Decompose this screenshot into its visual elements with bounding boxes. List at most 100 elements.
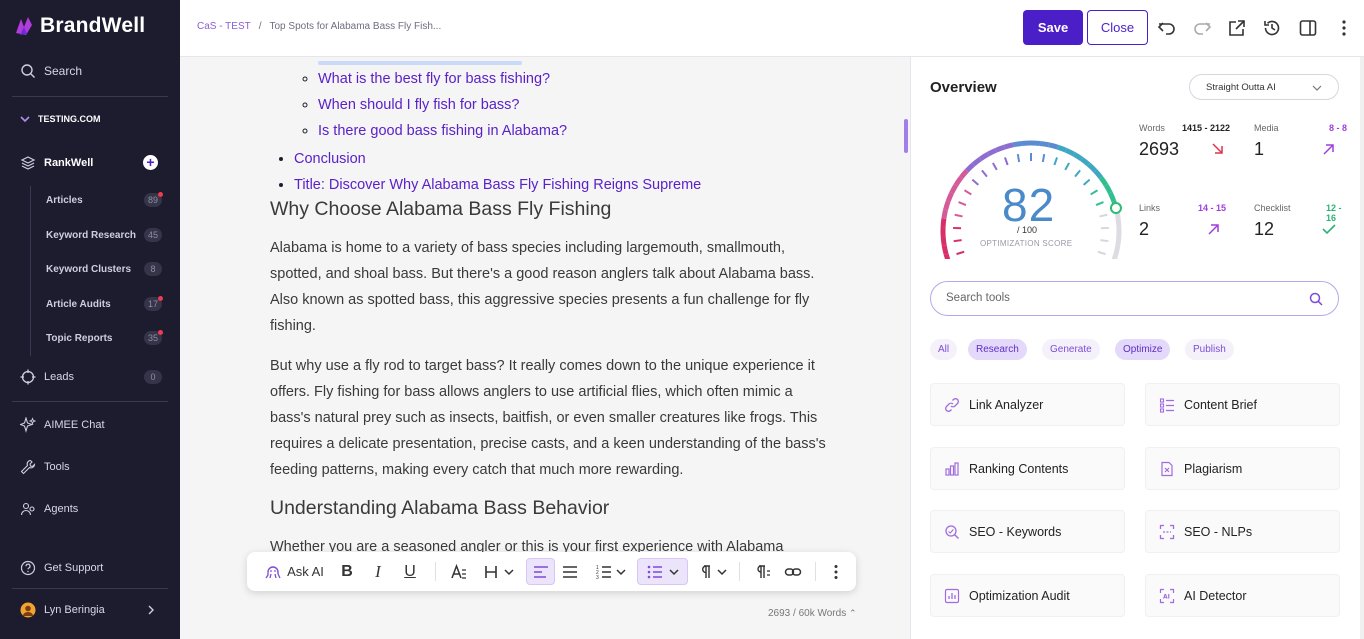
save-button[interactable]: Save [1023,10,1083,45]
search-tools-input[interactable]: Search tools [930,281,1339,316]
tool-seo-keywords[interactable]: SEO - Keywords [930,510,1125,553]
avatar [20,602,36,618]
gauge-arc-segment [1003,142,1014,150]
underline-button[interactable]: U [398,558,422,585]
external-link-icon[interactable] [1227,18,1247,38]
tool-ranking-contents[interactable]: Ranking Contents [930,447,1125,490]
toc-link[interactable]: Title: Discover Why Alabama Bass Fly Fis… [294,177,701,193]
numbered-list-icon: 123 [596,565,611,581]
redo-icon[interactable] [1192,18,1212,38]
more-vertical-icon[interactable] [1334,18,1354,38]
sidebar-item-label: RankWell [44,157,94,169]
gauge-arc-segment [1113,245,1121,255]
table-of-contents: What is the best fly for bass fishing? W… [270,69,701,199]
gauge-arc-segment [949,183,959,195]
brand-logo[interactable]: BrandWell [14,14,145,38]
mode-select[interactable]: Straight Outta AI [1189,74,1339,100]
italic-button[interactable]: I [366,558,390,585]
link-button[interactable] [781,558,805,585]
toolbar-divider [739,562,740,581]
sidebar-item-label: Get Support [44,562,104,574]
paragraph-dropdown[interactable] [693,558,729,585]
align-left-button[interactable] [526,558,555,585]
tool-content-brief[interactable]: Content Brief [1145,383,1340,426]
toc-link[interactable]: Is there good bass fishing in Alabama? [318,123,567,139]
filter-chip-generate[interactable]: Generate [1042,339,1100,360]
toolbar-divider [435,562,436,581]
metric-range: 12 - 16 [1326,203,1342,223]
gauge-arc-segment [1093,169,1103,180]
numbered-list-dropdown[interactable]: 123 [589,558,631,585]
workspace-selector[interactable]: TESTING.COM [20,114,101,124]
link-icon [784,567,802,576]
metric-value: 2 [1139,219,1150,239]
sidebar-item-leads[interactable]: Leads 0 [20,369,162,385]
sidebar-item-aimee-chat[interactable]: AIMEE Chat [20,417,105,433]
tool-link-analyzer[interactable]: Link Analyzer [930,383,1125,426]
filter-chip-research[interactable]: Research [968,339,1027,360]
tool-optimization-audit[interactable]: Optimization Audit [930,574,1125,617]
toc-link[interactable]: When should I fly fish for bass? [318,97,520,113]
metric-label: Links [1139,203,1161,213]
toc-link[interactable]: Conclusion [294,151,366,167]
align-left-icon [533,565,548,578]
count-badge: 17 [144,296,163,311]
sidebar-item-agents[interactable]: Agents [20,501,78,517]
section-heading: Understanding Alabama Bass Behavior [270,497,610,519]
editor-scrollbar[interactable] [904,119,908,153]
add-icon[interactable]: + [143,155,158,170]
filter-chip-optimize[interactable]: Optimize [1115,339,1171,360]
sidebar-search[interactable]: Search [20,63,82,79]
score-value: 82 [1002,179,1056,231]
gauge-tick [1041,153,1046,163]
list-item: Conclusion [294,147,701,173]
filter-chip-publish[interactable]: Publish [1185,339,1234,360]
close-button[interactable]: Close [1087,10,1148,45]
sidebar-item-tools[interactable]: Tools [20,459,70,475]
panel-toggle-icon[interactable] [1298,18,1318,38]
word-count[interactable]: 2693 / 60k Words ⌃ [768,608,857,619]
agents-icon [20,502,35,516]
undo-icon[interactable] [1157,18,1177,38]
sidebar-item-keyword-research[interactable]: Keyword Research 45 [46,228,162,242]
justify-icon [563,565,577,578]
bullet-list-dropdown[interactable] [637,558,688,585]
sidebar-item-article-audits[interactable]: Article Audits 17 [46,296,163,311]
ask-ai-button[interactable]: Ask AI [261,558,327,585]
bold-button[interactable]: B [335,558,359,585]
editor[interactable]: What is the best fly for bass fishing? W… [180,57,910,639]
brandwell-logo-icon [16,17,32,35]
breadcrumb-separator: / [258,21,262,32]
font-size-button[interactable] [447,558,471,585]
sidebar-item-articles[interactable]: Articles 89 [46,192,163,207]
tool-seo-nlps[interactable]: SEO - NLPs [1145,510,1340,553]
gauge-tick [981,169,988,178]
sidebar-item-keyword-clusters[interactable]: Keyword Clusters 8 [46,262,162,276]
panel-scrollbar[interactable] [1360,57,1364,639]
breadcrumb-root[interactable]: CaS - TEST [197,21,251,32]
list-icon [1159,397,1174,413]
more-options-button[interactable] [825,558,847,585]
sidebar-item-topic-reports[interactable]: Topic Reports 35 [46,330,163,345]
tool-plagiarism[interactable]: Plagiarism [1145,447,1340,490]
justify-button[interactable] [558,558,582,585]
gauge-arc-segment [1072,152,1084,162]
check-icon [1322,224,1336,235]
gauge-tick [1100,239,1109,243]
filter-chip-all[interactable]: All [930,339,958,360]
metric-range: 8 - 8 [1329,123,1348,133]
toc-link[interactable]: What is the best fly for bass fishing? [318,71,550,87]
sidebar-item-get-support[interactable]: Get Support [20,560,103,576]
tool-ai-detector[interactable]: AI AI Detector [1145,574,1340,617]
history-icon[interactable] [1262,18,1282,38]
heading-dropdown[interactable] [479,558,517,585]
tool-label: AI Detector [1184,588,1247,603]
tool-label: Ranking Contents [969,461,1069,476]
sidebar-item-label: Agents [44,503,79,515]
bullet-list-icon [647,565,662,578]
user-menu[interactable]: Lyn Beringia [20,602,156,618]
paragraph-format-button[interactable] [750,558,774,585]
sidebar-item-rankwell[interactable]: RankWell [20,155,93,171]
search-icon [21,64,35,78]
top-bar: CaS - TEST / Top Spots for Alabama Bass … [180,0,1364,57]
